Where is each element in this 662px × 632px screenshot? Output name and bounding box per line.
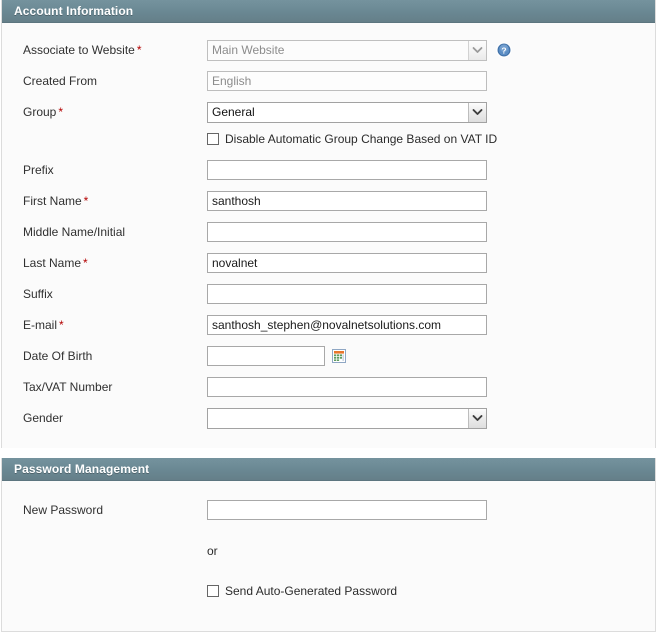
field-row-new-password: New Password: [2, 499, 655, 521]
associate-website-value: Main Website: [212, 42, 285, 57]
new-password-input[interactable]: [207, 500, 487, 520]
tax-vat-number-label: Tax/VAT Number: [2, 380, 207, 394]
disable-auto-group-label: Disable Automatic Group Change Based on …: [225, 132, 498, 146]
account-information-panel: Account Information Associate to Website…: [1, 0, 656, 448]
field-row-last-name: Last Name *: [2, 252, 655, 274]
prefix-label-text: Prefix: [23, 163, 54, 177]
panel-separator: [0, 448, 662, 458]
password-management-body: New Password or Send Auto-Generated Pass…: [2, 481, 655, 632]
field-row-or-separator: or: [2, 540, 655, 562]
send-auto-generated-label: Send Auto-Generated Password: [225, 584, 398, 598]
new-password-label-text: New Password: [23, 503, 104, 517]
field-row-group: Group * General: [2, 101, 655, 123]
send-auto-generated-checkbox-wrap[interactable]: Send Auto-Generated Password: [207, 584, 397, 598]
prefix-label: Prefix: [2, 163, 207, 177]
first-name-label-text: First Name: [23, 194, 82, 208]
field-row-created-from: Created From: [2, 70, 655, 92]
required-asterisk: *: [136, 43, 142, 57]
field-row-email: E-mail *: [2, 314, 655, 336]
password-management-title: Password Management: [14, 462, 150, 476]
required-asterisk: *: [83, 194, 89, 208]
middle-name-label: Middle Name/Initial: [2, 225, 207, 239]
associate-website-label-text: Associate to Website: [23, 43, 135, 57]
last-name-label-text: Last Name: [23, 256, 82, 270]
gender-label-text: Gender: [23, 411, 64, 425]
required-asterisk: *: [83, 256, 88, 270]
email-input[interactable]: [207, 315, 487, 335]
calendar-icon[interactable]: [331, 348, 347, 364]
created-from-label: Created From: [2, 74, 207, 88]
gender-label: Gender: [2, 411, 207, 425]
or-separator-text: or: [207, 544, 218, 558]
account-information-title: Account Information: [14, 4, 134, 18]
field-row-send-auto-generated: Send Auto-Generated Password: [2, 580, 655, 602]
email-label: E-mail *: [2, 318, 207, 332]
account-information-page: Account Information Associate to Website…: [0, 0, 662, 632]
group-label: Group *: [2, 105, 207, 119]
suffix-label-text: Suffix: [23, 287, 53, 301]
chevron-down-icon: [468, 408, 486, 428]
account-information-body: Associate to Website * Main Website ? Cr…: [2, 23, 655, 448]
chevron-down-icon: [468, 40, 486, 60]
gender-select[interactable]: [207, 407, 487, 429]
field-row-date-of-birth: Date Of Birth: [2, 345, 655, 367]
first-name-input[interactable]: [207, 191, 487, 211]
tax-vat-number-label-text: Tax/VAT Number: [23, 380, 113, 394]
field-row-suffix: Suffix: [2, 283, 655, 305]
associate-website-label: Associate to Website *: [2, 43, 207, 57]
last-name-label: Last Name *: [2, 256, 207, 270]
svg-text:?: ?: [501, 45, 506, 55]
field-row-first-name: First Name *: [2, 190, 655, 212]
password-management-header: Password Management: [2, 458, 655, 481]
date-of-birth-label-text: Date Of Birth: [23, 349, 93, 363]
last-name-input[interactable]: [207, 253, 487, 273]
middle-name-input[interactable]: [207, 222, 487, 242]
required-asterisk: *: [58, 105, 64, 119]
first-name-label: First Name *: [2, 194, 207, 208]
account-information-header: Account Information: [2, 0, 655, 23]
associate-website-select[interactable]: Main Website: [207, 39, 487, 61]
prefix-input[interactable]: [207, 160, 487, 180]
password-management-panel: Password Management New Password or Send…: [1, 458, 656, 632]
field-row-middle-name: Middle Name/Initial: [2, 221, 655, 243]
created-from-label-text: Created From: [23, 74, 98, 88]
new-password-label: New Password: [2, 503, 207, 517]
middle-name-label-text: Middle Name/Initial: [23, 225, 126, 239]
suffix-label: Suffix: [2, 287, 207, 301]
field-row-prefix: Prefix: [2, 159, 655, 181]
field-row-associate-website: Associate to Website * Main Website ?: [2, 39, 655, 61]
group-label-text: Group: [23, 105, 57, 119]
disable-auto-group-checkbox[interactable]: [207, 133, 219, 145]
help-question-icon[interactable]: ?: [496, 42, 512, 58]
field-row-gender: Gender: [2, 407, 655, 429]
group-value: General: [212, 104, 255, 119]
email-label-text: E-mail: [23, 318, 58, 332]
date-of-birth-label: Date Of Birth: [2, 349, 207, 363]
field-row-tax-vat-number: Tax/VAT Number: [2, 376, 655, 398]
date-of-birth-input[interactable]: [207, 346, 325, 366]
disable-auto-group-checkbox-wrap[interactable]: Disable Automatic Group Change Based on …: [207, 132, 497, 146]
chevron-down-icon: [468, 102, 486, 122]
field-row-disable-auto-group: Disable Automatic Group Change Based on …: [2, 128, 655, 150]
group-select[interactable]: General: [207, 101, 487, 123]
suffix-input[interactable]: [207, 284, 487, 304]
required-asterisk: *: [59, 318, 64, 332]
send-auto-generated-checkbox[interactable]: [207, 585, 219, 597]
tax-vat-number-input[interactable]: [207, 377, 487, 397]
created-from-input[interactable]: [207, 71, 487, 91]
